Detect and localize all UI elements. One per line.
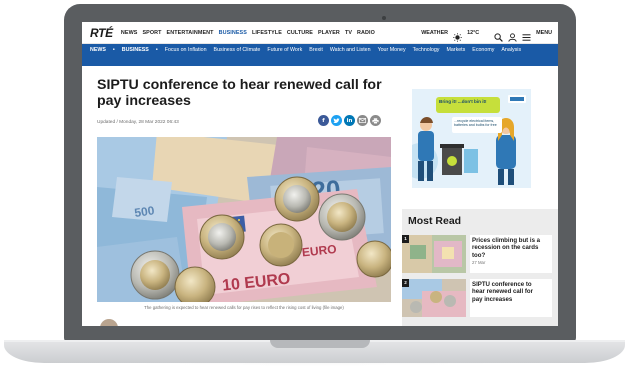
subnav-future-of-work[interactable]: Future of Work [267,47,302,53]
facebook-icon[interactable]: f [318,115,329,126]
subnav-business-of-climate[interactable]: Business of Climate [214,47,261,53]
nav-link-news[interactable]: NEWS [121,30,138,36]
subnav-watch-and-listen[interactable]: Watch and Listen [330,47,371,53]
most-read-text: SIPTU conference to hear renewed call fo… [472,281,544,303]
most-read-thumbnail[interactable] [402,279,466,317]
menu-label[interactable]: MENU [536,30,552,36]
hero-image-euro-notes-and-coins: 500 20 10 EURO EURO [97,137,391,302]
nav-link-culture[interactable]: CULTURE [287,30,313,36]
top-navigation: RTÉ NEWS SPORT ENTERTAINMENT BUSINESS LI… [82,22,558,44]
subnav-markets[interactable]: Markets [446,47,465,53]
subnav-separator: • [112,47,115,53]
search-icon[interactable] [494,29,503,42]
subnav-news[interactable]: NEWS [90,47,106,53]
laptop-camera [382,16,386,20]
nav-link-business[interactable]: BUSINESS [219,30,247,36]
subnav-separator: • [155,47,158,53]
twitter-icon[interactable] [331,115,342,126]
most-read-panel: Most Read 1 Prices climbing but is a rec… [402,209,558,326]
most-read-rank: 1 [402,235,409,243]
nav-link-sport[interactable]: SPORT [142,30,161,36]
weather-label[interactable]: WEATHER [421,30,448,36]
email-icon[interactable] [357,115,368,126]
banknote-500-label: 500 [133,203,155,220]
nav-link-player[interactable]: PLAYER [318,30,340,36]
advert-subtext: ...recycle electrical items, batteries a… [452,117,502,133]
nav-utilities: WEATHER 12°C MENU [421,22,552,44]
most-read-headline[interactable]: Prices climbing but is a recession on th… [472,237,544,259]
author-avatar [100,319,118,326]
rte-logo[interactable]: RTÉ [90,26,113,40]
most-read-thumbnail[interactable] [402,235,466,273]
subnav-your-money[interactable]: Your Money [378,47,406,53]
subnav-brexit[interactable]: Brexit [309,47,323,53]
subnav-analysis[interactable]: Analysis [501,47,521,53]
subnav-economy[interactable]: Economy [472,47,494,53]
user-icon[interactable] [508,29,517,42]
article-headline: SIPTU conference to hear renewed call fo… [97,77,382,109]
advert-headline: Bring it! ...don't bin it! [436,97,500,113]
subnav-technology[interactable]: Technology [413,47,440,53]
temperature: 12°C [467,30,480,36]
subnav-focus-on-inflation[interactable]: Focus on Inflation [165,47,207,53]
nav-link-tv[interactable]: TV [345,30,352,36]
article-dateline: Updated / Monday, 28 Mar 2022 06:43 [97,120,179,125]
most-read-text: Prices climbing but is a recession on th… [472,237,544,265]
nav-link-entertainment[interactable]: ENTERTAINMENT [167,30,214,36]
subnav-business[interactable]: BUSINESS [122,47,149,53]
print-icon[interactable] [370,115,381,126]
most-read-time: 27 Mar [472,259,486,265]
laptop-notch [270,340,370,348]
most-read-rank: 2 [402,279,409,287]
section-links: NEWS SPORT ENTERTAINMENT BUSINESS LIFEST… [121,30,375,36]
image-caption: The gathering is expected to hear renewe… [144,305,344,310]
sun-icon [453,29,462,42]
browser-screen: RTÉ NEWS SPORT ENTERTAINMENT BUSINESS LI… [82,22,558,326]
recycling-advert[interactable]: Bring it! ...don't bin it! ...recycle el… [412,89,531,188]
most-read-headline[interactable]: SIPTU conference to hear renewed call fo… [472,281,544,303]
linkedin-icon[interactable]: in [344,115,355,126]
most-read-title: Most Read [408,215,462,227]
most-read-item[interactable]: 1 Prices climbing but is a recession on … [402,235,552,277]
nav-link-radio[interactable]: RADIO [357,30,375,36]
nav-link-lifestyle[interactable]: LIFESTYLE [252,30,282,36]
hamburger-menu-icon[interactable] [522,29,531,41]
share-buttons: f in [318,115,381,126]
most-read-item[interactable]: 2 SIPTU conference to hear renewed call … [402,279,552,321]
business-subnav: NEWS • BUSINESS • Focus on Inflation Bus… [82,44,558,66]
